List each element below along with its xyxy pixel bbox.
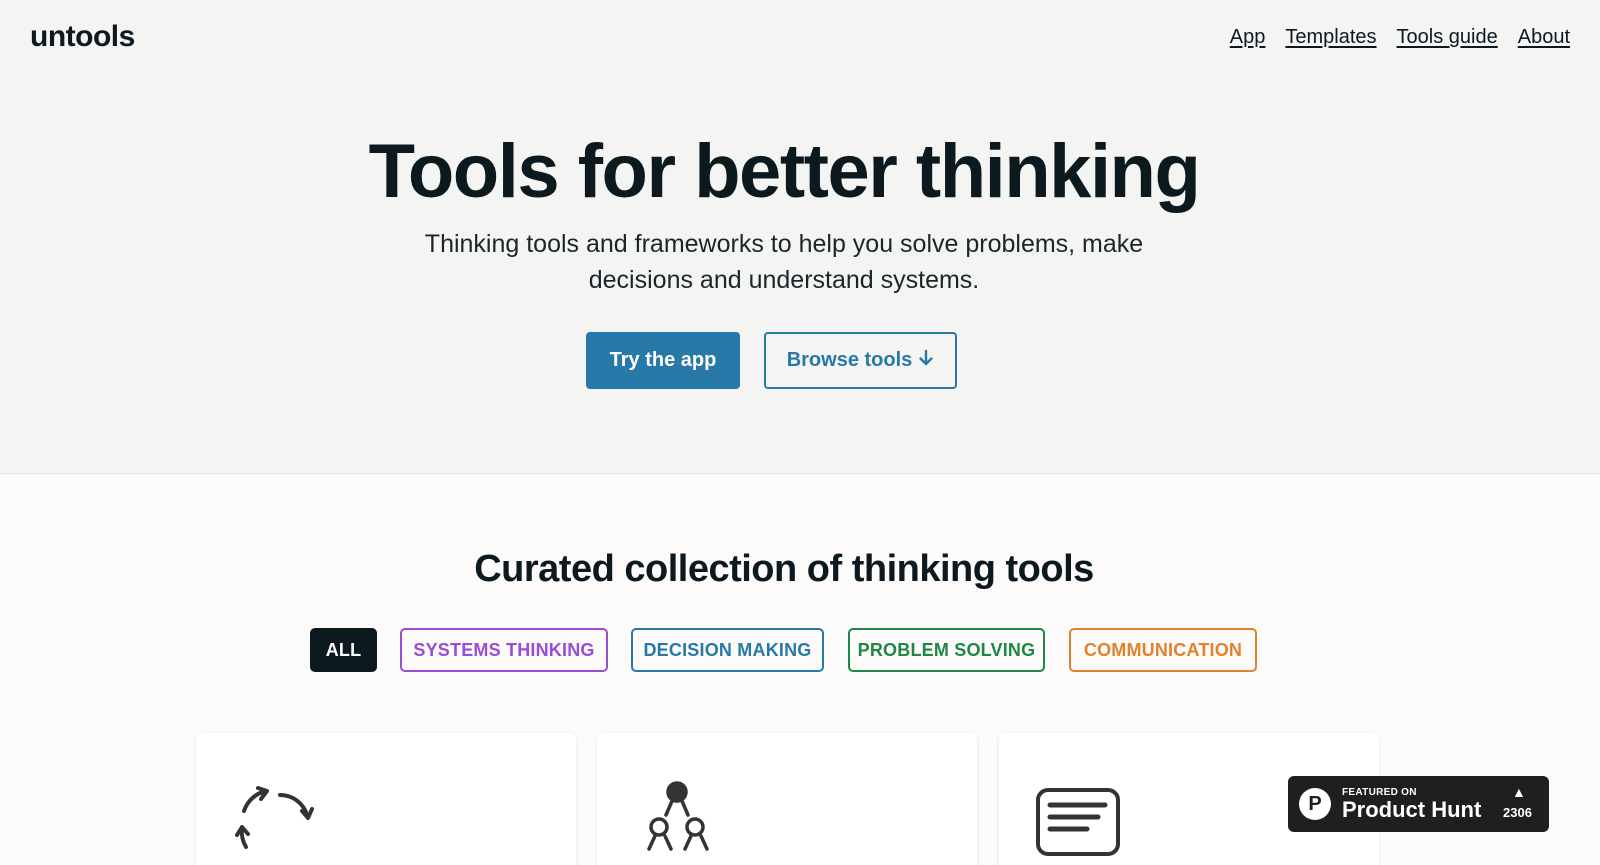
nav-link-app[interactable]: App bbox=[1230, 26, 1266, 49]
upvote-arrow-icon: ▲ bbox=[1512, 784, 1526, 800]
arrow-down-icon bbox=[918, 349, 934, 373]
speech-bubble-icon bbox=[1035, 787, 1125, 865]
hero-subtitle: Thinking tools and frameworks to help yo… bbox=[424, 230, 1144, 294]
browse-tools-button-label: Browse tools bbox=[786, 349, 913, 371]
try-app-button[interactable]: Try the app bbox=[586, 332, 740, 389]
collection-title: Curated collection of thinking tools bbox=[474, 548, 1094, 590]
browse-tools-button[interactable]: Browse tools bbox=[764, 332, 957, 389]
product-hunt-badge[interactable]: P FEATURED ON Product Hunt ▲ 2306 bbox=[1288, 776, 1549, 832]
hero-section: untools App Templates Tools guide About … bbox=[0, 0, 1600, 474]
filter-decision-making[interactable]: DECISION MAKING bbox=[631, 628, 824, 672]
nav-link-about[interactable]: About bbox=[1518, 26, 1570, 49]
product-hunt-name: Product Hunt bbox=[1342, 797, 1482, 822]
hero-title: Tools for better thinking bbox=[368, 129, 1201, 214]
nav-link-templates[interactable]: Templates bbox=[1285, 26, 1376, 49]
filter-problem-solving[interactable]: PROBLEM SOLVING bbox=[848, 628, 1045, 672]
tool-card[interactable] bbox=[597, 733, 977, 865]
product-hunt-logo-icon: P bbox=[1299, 788, 1331, 820]
site-logo[interactable]: untools bbox=[30, 20, 135, 54]
tool-card[interactable] bbox=[196, 733, 576, 865]
decision-tree-icon bbox=[643, 779, 723, 864]
cycle-arrows-icon bbox=[232, 783, 322, 865]
filter-systems-thinking[interactable]: SYSTEMS THINKING bbox=[400, 628, 608, 672]
upvote-count: 2306 bbox=[1503, 805, 1532, 820]
try-app-button-label: Try the app bbox=[609, 349, 717, 371]
filter-all[interactable]: ALL bbox=[310, 628, 377, 672]
nav-link-tools-guide[interactable]: Tools guide bbox=[1397, 26, 1498, 49]
filter-communication[interactable]: COMMUNICATION bbox=[1069, 628, 1257, 672]
top-nav: App Templates Tools guide About bbox=[1230, 26, 1570, 49]
